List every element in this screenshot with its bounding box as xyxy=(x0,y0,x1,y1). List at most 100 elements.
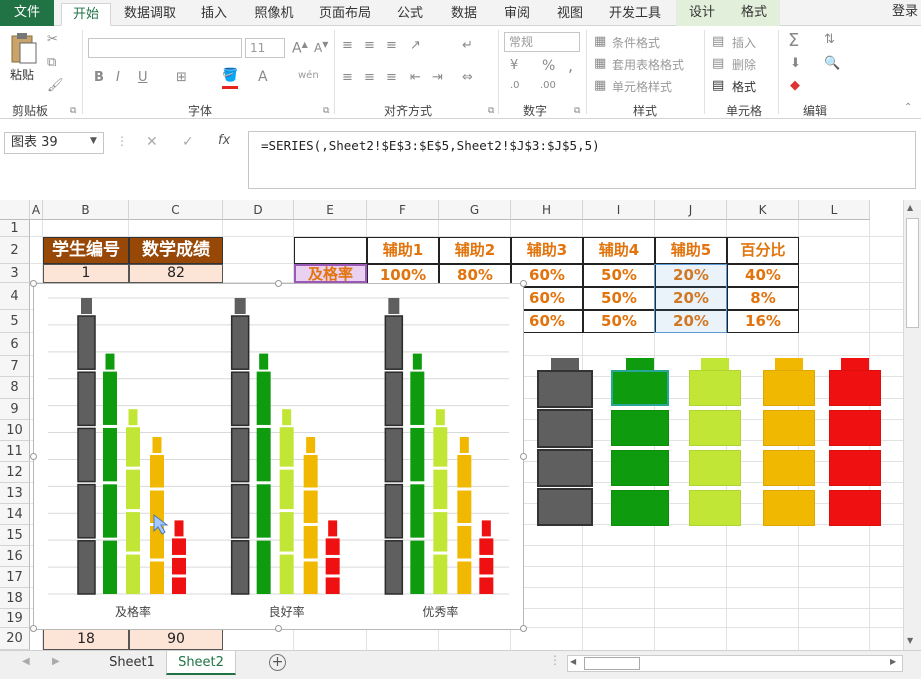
paste-icon[interactable] xyxy=(8,32,38,64)
col-header-b[interactable]: B xyxy=(43,200,129,220)
vertical-scroll-thumb[interactable] xyxy=(906,218,919,328)
chart-bar-segment[interactable] xyxy=(325,577,340,594)
font-launcher-icon[interactable]: ⧉ xyxy=(323,106,329,116)
resize-handle-n[interactable] xyxy=(275,280,282,287)
resize-handle-se[interactable] xyxy=(520,625,527,632)
tab-home[interactable]: 开始 xyxy=(61,3,111,26)
chart-bar-cap[interactable] xyxy=(388,298,400,314)
cut-icon[interactable]: ✂ xyxy=(47,32,58,47)
align-center-icon[interactable]: ≡ xyxy=(364,70,375,85)
chart-bar-cap[interactable] xyxy=(435,409,445,426)
fill-color-icon[interactable]: 🪣 xyxy=(222,68,238,83)
tab-formulas[interactable]: 公式 xyxy=(388,3,432,26)
aux-value-cell[interactable]: 8% xyxy=(727,287,799,310)
aux-value-cell[interactable]: 50% xyxy=(583,287,655,310)
chart-bar-segment[interactable] xyxy=(479,557,494,575)
chart-bar-segment[interactable] xyxy=(77,427,96,483)
chart-bar-segment[interactable] xyxy=(77,315,96,370)
aux-value-cell[interactable]: 50% xyxy=(583,310,655,333)
row-header-3[interactable]: 3 xyxy=(0,264,30,283)
chart-bar-segment[interactable] xyxy=(433,554,448,594)
chart-bar-segment[interactable] xyxy=(172,538,186,555)
delete-cells-button[interactable]: 删除 xyxy=(732,56,756,73)
paste-label[interactable]: 粘贴 xyxy=(10,66,34,83)
chart-bar-segment[interactable] xyxy=(77,540,96,595)
row-header-15[interactable]: 15 xyxy=(0,525,30,546)
underline-button[interactable]: U xyxy=(138,70,148,85)
chart-bar-segment[interactable] xyxy=(150,561,164,595)
row-header-12[interactable]: 12 xyxy=(0,462,30,483)
chart-bar-segment[interactable] xyxy=(384,315,404,370)
cell-c2[interactable]: 数学成绩 xyxy=(129,237,223,264)
cell-styles-button[interactable]: 单元格样式 xyxy=(612,78,672,95)
chart-bar-cap[interactable] xyxy=(234,298,246,314)
confirm-edit-button[interactable]: ✓ xyxy=(182,134,194,150)
name-box-dropdown-icon[interactable]: ▼ xyxy=(90,136,97,146)
format-cells-button[interactable]: 格式 xyxy=(732,78,756,95)
chart-bar-segment[interactable] xyxy=(256,484,271,538)
resize-handle-e[interactable] xyxy=(520,453,527,460)
autosum-button[interactable]: Σ xyxy=(788,30,799,51)
chart-bar-segment[interactable] xyxy=(103,540,117,594)
prev-sheet-icon[interactable]: ◀ xyxy=(22,656,30,667)
chart-bar-segment[interactable] xyxy=(103,427,117,482)
align-bottom-icon[interactable]: ≡ xyxy=(386,38,397,53)
scroll-up-icon[interactable]: ▲ xyxy=(907,203,913,212)
row-header-11[interactable]: 11 xyxy=(0,441,30,462)
chart-bar-segment[interactable] xyxy=(126,427,140,467)
aux-value-cell[interactable]: 40% xyxy=(727,264,799,287)
chart-bar-segment[interactable] xyxy=(172,577,186,594)
row-header-17[interactable]: 17 xyxy=(0,567,30,588)
chart-bar-cap[interactable] xyxy=(128,409,138,426)
name-box[interactable]: 图表 39 xyxy=(4,132,104,154)
tab-insert[interactable]: 插入 xyxy=(190,3,238,26)
col-header-d[interactable]: D xyxy=(223,200,294,220)
row-header-2[interactable]: 2 xyxy=(0,237,30,264)
collapse-ribbon-icon[interactable]: ⌃ xyxy=(904,102,912,113)
chart-bar-segment[interactable] xyxy=(279,469,294,510)
chart-bar-segment[interactable] xyxy=(172,557,186,575)
chart-bar-segment[interactable] xyxy=(303,561,318,595)
chart-bar-segment[interactable] xyxy=(384,371,404,427)
chart-bar-segment[interactable] xyxy=(126,554,140,594)
chart-bar-segment[interactable] xyxy=(479,577,494,594)
cell-b3[interactable]: 1 xyxy=(43,264,129,283)
chart-bar-segment[interactable] xyxy=(457,526,472,559)
aux-header-cell[interactable]: 辅助4 xyxy=(583,237,655,264)
row-header-10[interactable]: 10 xyxy=(0,420,30,441)
row-header-20[interactable]: 20 xyxy=(0,628,30,650)
chart-bar-segment[interactable] xyxy=(256,540,271,594)
chart-bar-segment[interactable] xyxy=(457,490,472,524)
chart-bar-segment[interactable] xyxy=(384,427,404,483)
italic-button[interactable]: I xyxy=(116,70,120,85)
vertical-scrollbar[interactable]: ▲ ▼ xyxy=(903,200,921,650)
chart-bar-segment[interactable] xyxy=(126,469,140,510)
chart-bar-segment[interactable] xyxy=(479,538,494,555)
add-sheet-button[interactable]: + xyxy=(269,654,286,671)
battery-picture[interactable] xyxy=(763,358,815,526)
chart-bar-segment[interactable] xyxy=(457,561,472,595)
chart-bar-segment[interactable] xyxy=(256,427,271,482)
formula-input[interactable]: =SERIES(,Sheet2!$E$3:$E$5,Sheet2!$J$3:$J… xyxy=(248,131,916,189)
percent-button[interactable]: % xyxy=(542,58,555,74)
chart-bar-segment[interactable] xyxy=(230,540,250,595)
chart-bar-segment[interactable] xyxy=(230,371,250,427)
chart-bar-segment[interactable] xyxy=(303,455,318,488)
hscroll-split-icon[interactable]: ⋮ xyxy=(549,653,561,667)
chart-bar-segment[interactable] xyxy=(77,483,96,539)
cell-c20[interactable]: 90 xyxy=(129,628,223,650)
chart-bar-segment[interactable] xyxy=(303,526,318,559)
font-color-icon[interactable]: A xyxy=(258,69,268,85)
number-launcher-icon[interactable]: ⧉ xyxy=(574,106,580,116)
sheet-tab-sheet2[interactable]: Sheet2 xyxy=(166,651,236,675)
tab-data-fetch[interactable]: 数据调取 xyxy=(118,3,182,26)
insert-cells-button[interactable]: 插入 xyxy=(732,34,756,51)
col-header-c[interactable]: C xyxy=(129,200,223,220)
chart-bar-segment[interactable] xyxy=(150,455,164,488)
row-header-9[interactable]: 9 xyxy=(0,399,30,420)
chart-bar-segment[interactable] xyxy=(77,371,96,427)
merge-center-icon[interactable]: ⇔ xyxy=(462,70,473,85)
number-format-select[interactable]: 常规 xyxy=(504,32,580,52)
row-header-13[interactable]: 13 xyxy=(0,483,30,504)
battery-picture[interactable] xyxy=(829,358,881,526)
